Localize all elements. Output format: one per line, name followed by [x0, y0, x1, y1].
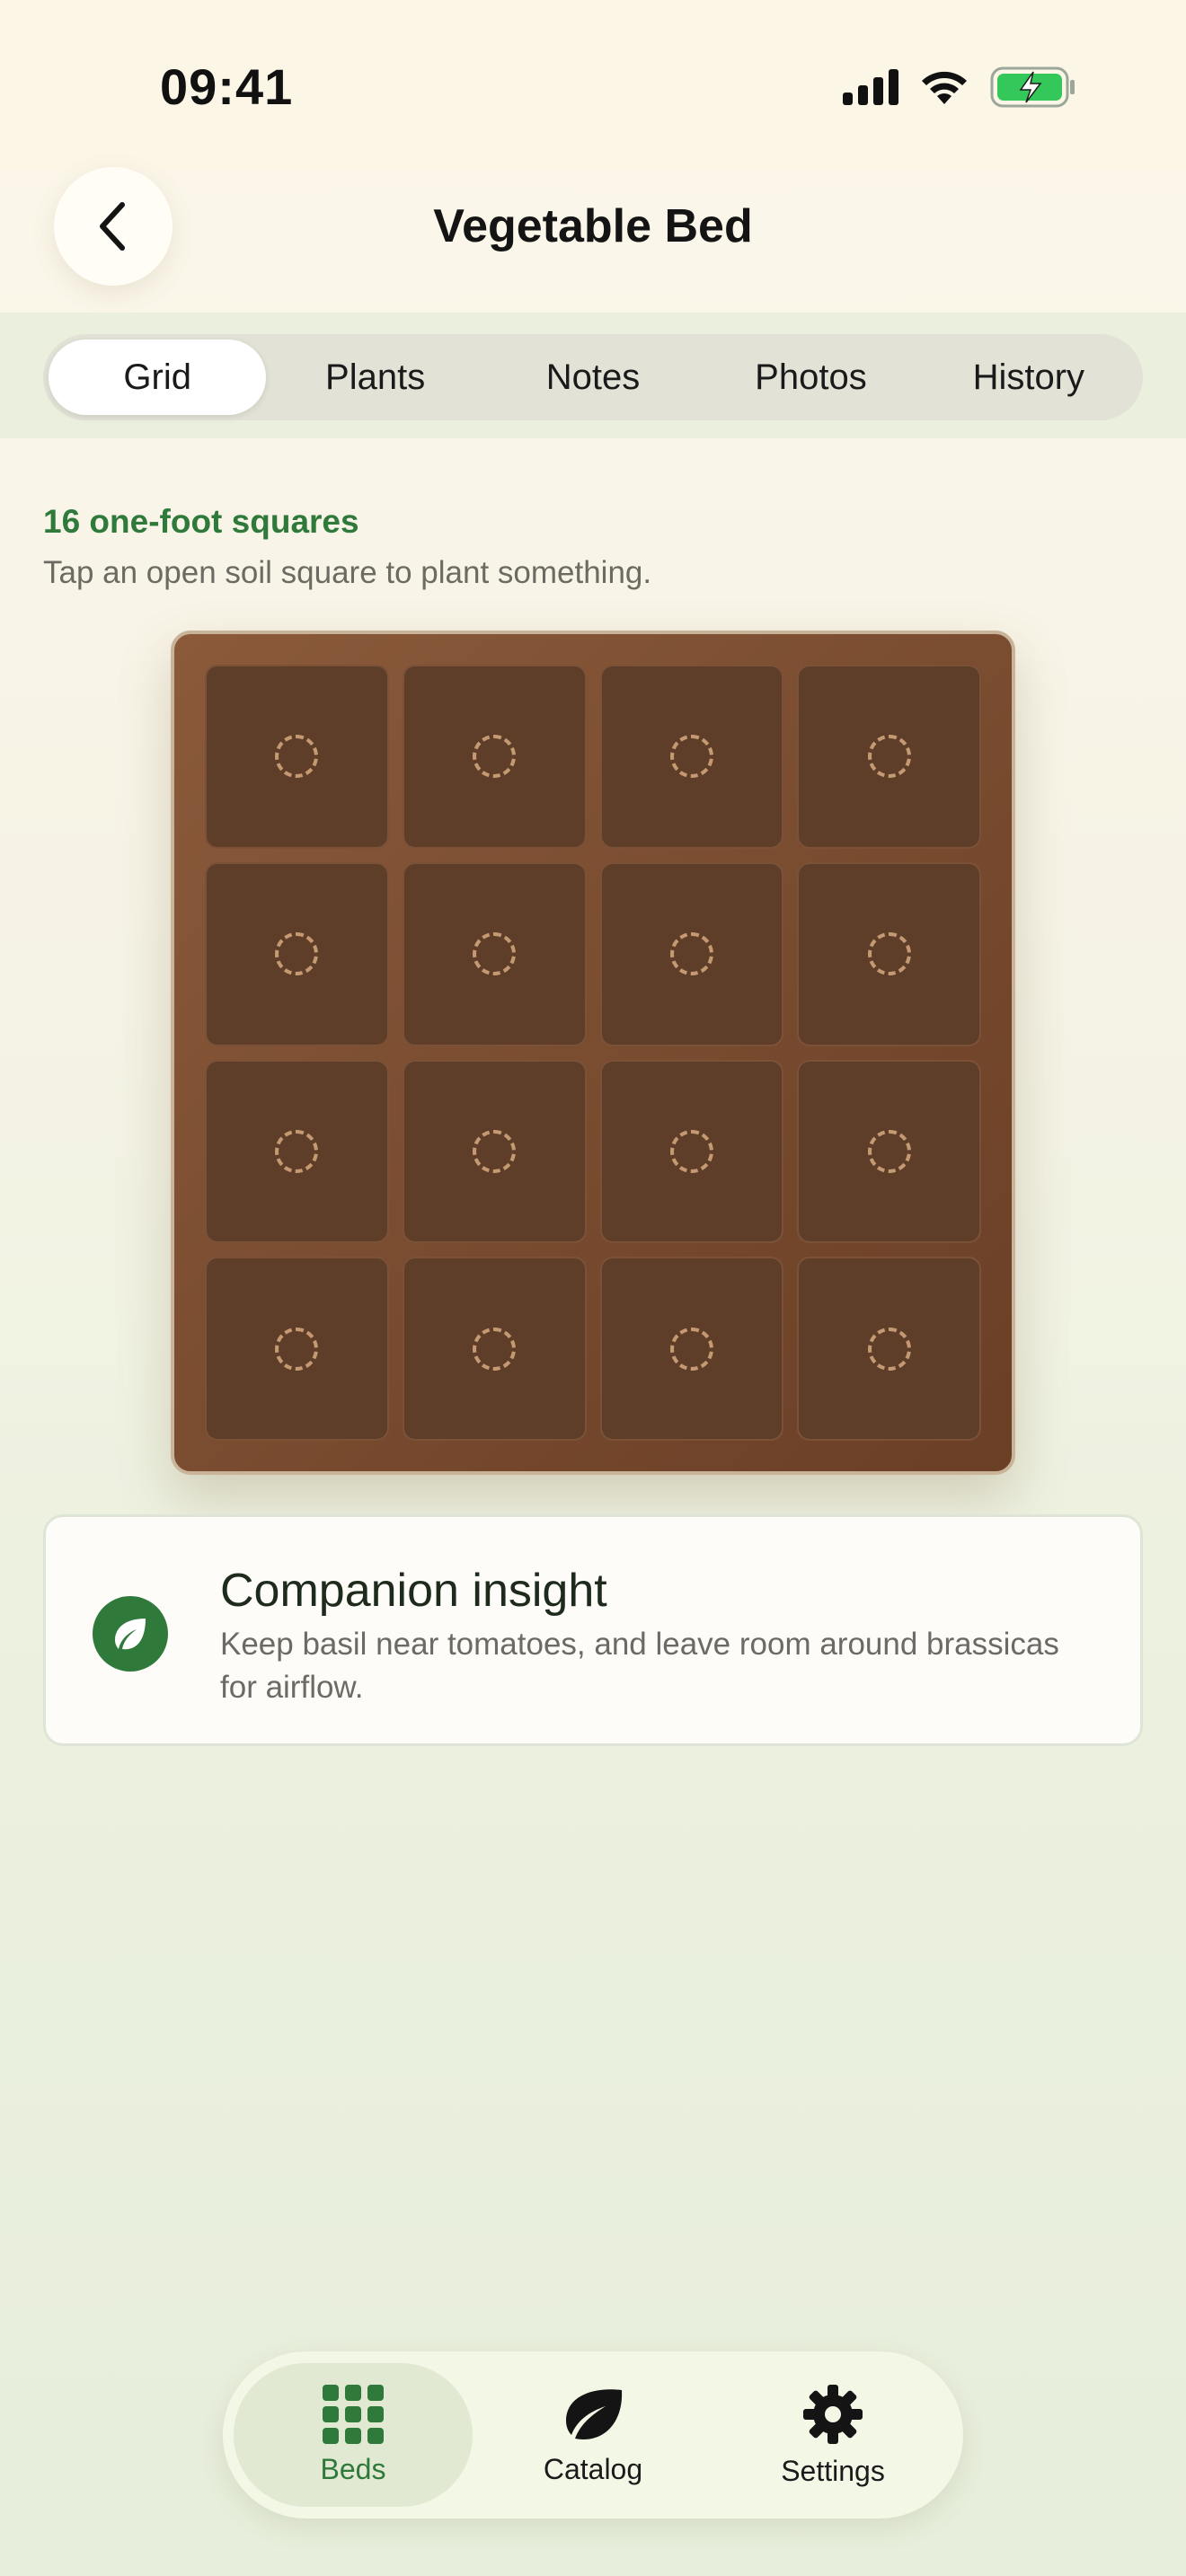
soil-square[interactable]	[599, 1257, 784, 1441]
tab-history[interactable]: History	[920, 340, 1137, 415]
leaf-icon	[566, 2388, 623, 2439]
grid-icon	[323, 2384, 384, 2444]
open-soil-marker-icon	[275, 1327, 319, 1371]
open-soil-marker-icon	[275, 735, 319, 779]
bottom-tab-bar: Beds Catalog Settings	[223, 2351, 963, 2519]
open-soil-marker-icon	[669, 1327, 713, 1371]
soil-square[interactable]	[402, 665, 587, 849]
soil-square[interactable]	[205, 861, 389, 1046]
open-soil-marker-icon	[473, 1327, 517, 1371]
open-soil-marker-icon	[867, 1129, 911, 1173]
tab-photos[interactable]: Photos	[702, 340, 919, 415]
tabbar-label-catalog: Catalog	[543, 2452, 643, 2485]
tabbar-item-settings[interactable]: Settings	[713, 2363, 952, 2507]
open-soil-marker-icon	[275, 1129, 319, 1173]
tabbar-label-beds: Beds	[320, 2452, 386, 2485]
insight-body: Keep basil near tomatoes, and leave room…	[220, 1627, 1059, 1705]
bed-size-label: 16 one-foot squares	[43, 503, 359, 540]
page-title: Vegetable Bed	[433, 200, 753, 252]
open-soil-marker-icon	[867, 1327, 911, 1371]
soil-square[interactable]	[205, 1257, 389, 1441]
tab-grid[interactable]: Grid	[49, 340, 267, 415]
soil-square[interactable]	[402, 1257, 587, 1441]
bed-instruction: Tap an open soil square to plant somethi…	[43, 555, 652, 590]
tabbar-item-catalog[interactable]: Catalog	[474, 2363, 712, 2507]
soil-square[interactable]	[797, 1257, 981, 1441]
soil-square[interactable]	[205, 665, 389, 849]
tabbar-item-beds[interactable]: Beds	[234, 2363, 473, 2507]
open-soil-marker-icon	[669, 932, 713, 976]
soil-square[interactable]	[402, 1059, 587, 1244]
tabbar-label-settings: Settings	[781, 2454, 885, 2487]
open-soil-marker-icon	[275, 932, 319, 976]
open-soil-marker-icon	[473, 1129, 517, 1173]
garden-bed-grid	[171, 631, 1015, 1475]
soil-square[interactable]	[797, 861, 981, 1046]
open-soil-marker-icon	[867, 932, 911, 976]
companion-insight-card: Companion insight Keep basil near tomato…	[43, 1514, 1143, 1746]
soil-square[interactable]	[599, 665, 784, 849]
leaf-icon	[93, 1596, 168, 1672]
soil-square[interactable]	[599, 1059, 784, 1244]
tab-plants[interactable]: Plants	[266, 340, 483, 415]
open-soil-marker-icon	[669, 1129, 713, 1173]
soil-square[interactable]	[205, 1059, 389, 1244]
soil-square[interactable]	[402, 861, 587, 1046]
open-soil-marker-icon	[867, 735, 911, 779]
open-soil-marker-icon	[473, 932, 517, 976]
open-soil-marker-icon	[473, 735, 517, 779]
gear-icon	[803, 2384, 863, 2444]
tab-notes[interactable]: Notes	[484, 340, 702, 415]
header: Vegetable Bed	[0, 0, 1186, 305]
insight-title: Companion insight	[220, 1565, 607, 1617]
segmented-tabs: Grid Plants Notes Photos History	[43, 334, 1143, 420]
soil-square[interactable]	[797, 1059, 981, 1244]
open-soil-marker-icon	[669, 735, 713, 779]
soil-square[interactable]	[797, 665, 981, 849]
soil-square[interactable]	[599, 861, 784, 1046]
